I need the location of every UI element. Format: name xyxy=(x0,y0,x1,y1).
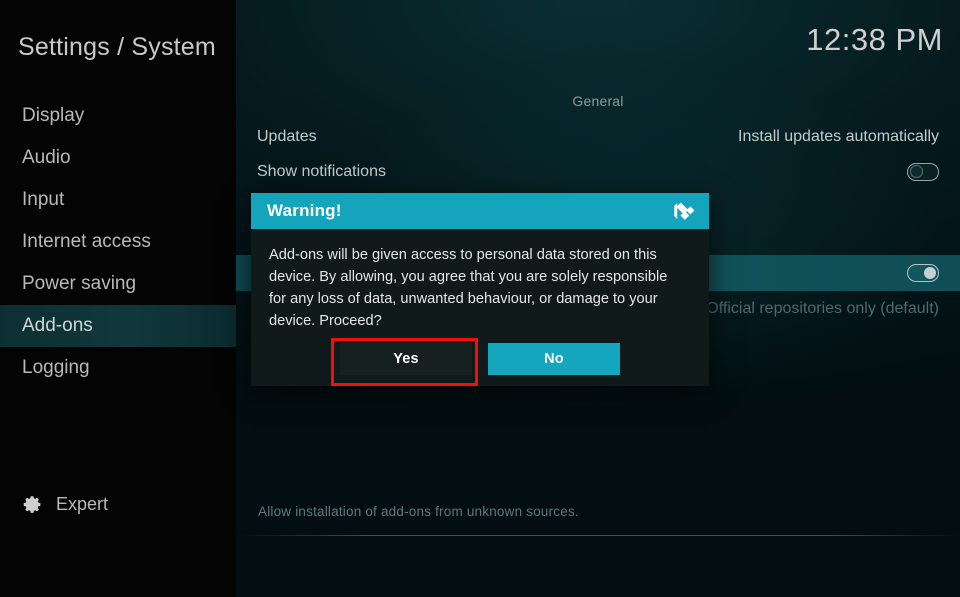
setting-value: Official repositories only (default) xyxy=(706,299,939,317)
dialog-title: Warning! xyxy=(267,201,342,220)
sidebar: Settings / System Display Audio Input In… xyxy=(0,0,236,597)
toggle-knob xyxy=(923,266,936,280)
dialog-message: Add-ons will be given access to personal… xyxy=(269,247,668,329)
sidebar-item-label: Input xyxy=(22,189,65,210)
settings-hint-text: Allow installation of add-ons from unkno… xyxy=(258,503,579,519)
gear-icon xyxy=(23,496,41,513)
sidebar-menu: Display Audio Input Internet access Powe… xyxy=(0,95,236,389)
sidebar-item-add-ons[interactable]: Add-ons xyxy=(0,305,236,347)
dialog-button-row: Yes No xyxy=(251,343,709,375)
sidebar-item-input[interactable]: Input xyxy=(0,179,236,221)
sidebar-item-label: Internet access xyxy=(22,231,151,252)
kodi-settings-screen: General Updates Install updates automati… xyxy=(0,0,960,597)
settings-group-header: General xyxy=(572,93,624,109)
dialog-header: Warning! xyxy=(251,193,709,229)
sidebar-item-internet-access[interactable]: Internet access xyxy=(0,221,236,263)
settings-level-label: Expert xyxy=(56,494,109,514)
setting-row-show-notifications[interactable]: Show notifications xyxy=(236,154,960,189)
yes-button[interactable]: Yes xyxy=(340,343,472,375)
toggle-knob xyxy=(910,165,923,178)
sidebar-item-label: Add-ons xyxy=(22,315,93,336)
page-title: Settings / System xyxy=(18,33,216,61)
sidebar-item-audio[interactable]: Audio xyxy=(0,137,236,179)
sidebar-item-logging[interactable]: Logging xyxy=(0,347,236,389)
clock: 12:38 PM xyxy=(806,22,943,57)
setting-label: Show notifications xyxy=(257,162,386,180)
show-notifications-toggle[interactable] xyxy=(907,162,939,181)
warning-dialog: Warning! Add-ons will be given access to… xyxy=(251,193,709,386)
dialog-body: Add-ons will be given access to personal… xyxy=(251,229,709,386)
setting-row-updates[interactable]: Updates Install updates automatically xyxy=(236,119,960,154)
settings-level-button[interactable]: Expert xyxy=(22,494,108,515)
kodi-logo-icon xyxy=(674,202,695,220)
sidebar-item-label: Logging xyxy=(22,357,90,378)
sidebar-item-label: Audio xyxy=(22,147,71,168)
no-button[interactable]: No xyxy=(488,343,620,375)
unknown-sources-toggle[interactable] xyxy=(907,264,939,282)
sidebar-item-power-saving[interactable]: Power saving xyxy=(0,263,236,305)
sidebar-item-label: Display xyxy=(22,105,85,126)
sidebar-item-display[interactable]: Display xyxy=(0,95,236,137)
setting-label: Updates xyxy=(257,127,317,145)
setting-value: Install updates automatically xyxy=(738,127,939,145)
sidebar-item-label: Power saving xyxy=(22,273,137,294)
